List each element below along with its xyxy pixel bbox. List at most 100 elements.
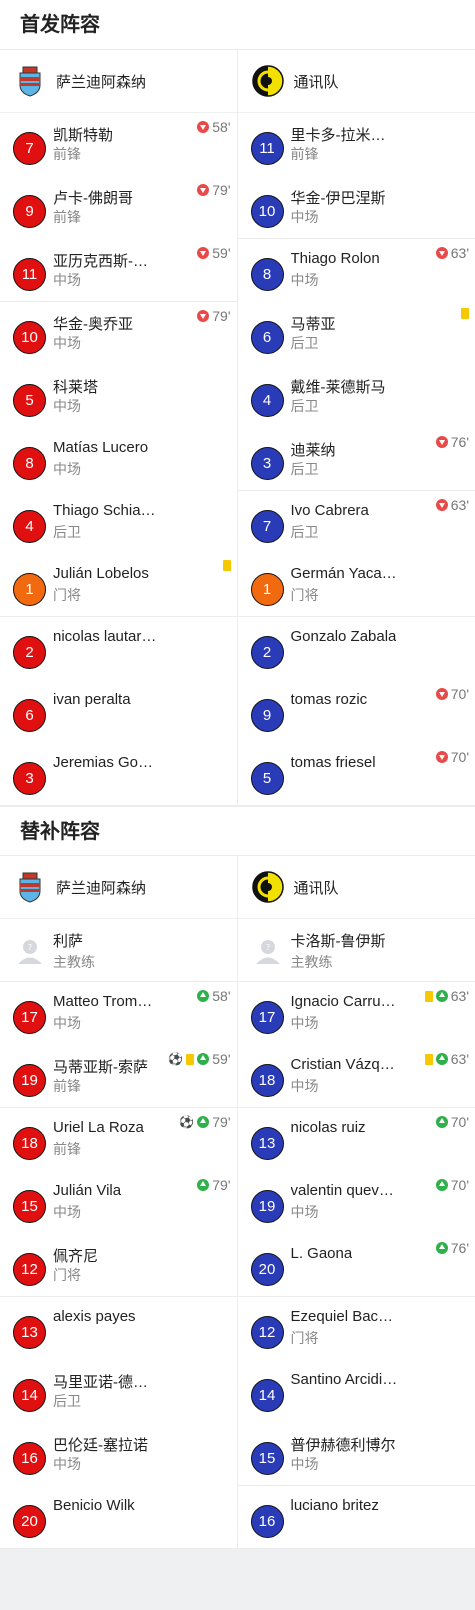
- away-team-header[interactable]: 通讯队: [237, 50, 475, 113]
- player-row[interactable]: 16 luciano britez: [237, 1486, 475, 1549]
- match-events: 79': [197, 1177, 231, 1193]
- away-subs-team-header[interactable]: 通讯队: [237, 856, 475, 919]
- player-position: 中场: [290, 1015, 319, 1031]
- player-row[interactable]: 11 亚历克西斯-… 中场 59': [0, 239, 237, 302]
- player-row[interactable]: 15 普伊赫德利博尔 中场: [237, 1423, 475, 1486]
- match-events: 58': [197, 988, 231, 1004]
- player-name: 普伊赫德利博尔: [290, 1437, 396, 1454]
- player-row[interactable]: 14 Santino Arcidi…: [238, 1360, 475, 1423]
- player-name: Matías Lucero: [53, 439, 149, 456]
- player-row[interactable]: 13 alexis payes: [0, 1297, 237, 1360]
- home-coach-row[interactable]: ? 利萨 主教练: [0, 919, 237, 982]
- home-subs-team-header[interactable]: 萨兰迪阿森纳: [0, 856, 237, 919]
- away-team-name: 通讯队: [293, 73, 339, 91]
- player-row[interactable]: 9 tomas rozic 70': [238, 680, 475, 743]
- player-position: 中场: [53, 1015, 81, 1031]
- player-row[interactable]: 2 Gonzalo Zabala: [238, 617, 475, 680]
- player-row[interactable]: 5 tomas friesel 70': [237, 743, 475, 806]
- player-row[interactable]: 6 马蒂亚 后卫: [238, 302, 475, 365]
- starting-lineup-title: 首发阵容: [0, 0, 475, 50]
- yellow-card-icon: [186, 1053, 195, 1065]
- jersey-number-badge: 11: [250, 132, 284, 165]
- event-minute: 76': [450, 1240, 469, 1256]
- player-row[interactable]: 3 Jeremias Go…: [0, 743, 237, 806]
- player-position: 前锋: [53, 146, 81, 162]
- coach-role: 主教练: [290, 954, 333, 970]
- player-row[interactable]: 3 迪莱纳 后卫 76': [237, 428, 475, 491]
- player-row[interactable]: 11 里卡多-拉米… 前锋: [238, 113, 475, 176]
- player-row[interactable]: 19 valentin quev… 中场 70': [238, 1171, 475, 1234]
- goal-ball-icon: ⚽: [168, 1052, 184, 1066]
- player-row[interactable]: 12 Ezequiel Bac… 门将: [238, 1297, 475, 1360]
- substitution-in-icon: [435, 1242, 448, 1254]
- jersey-number-badge: 12: [250, 1316, 284, 1349]
- player-name: 华金-伊巴涅斯: [290, 190, 386, 207]
- player-position: 门将: [53, 1267, 81, 1283]
- player-row[interactable]: 9 卢卡-佛朗哥 前锋 79': [0, 176, 237, 239]
- player-row[interactable]: 12 佩齐尼 门将: [0, 1234, 237, 1297]
- substitutes-lineup: 萨兰迪阿森纳 ? 利萨 主教练 17 Matteo Trombini 中场 58' 19…: [0, 856, 475, 1549]
- player-name: 佩齐尼: [53, 1248, 99, 1265]
- player-row[interactable]: 20 L. Gaona 76': [237, 1234, 475, 1297]
- substitution-in-icon: [435, 1116, 448, 1128]
- yellow-card-icon: [424, 990, 433, 1002]
- player-row[interactable]: 14 马里亚诺-德… 后卫: [0, 1360, 237, 1423]
- player-row[interactable]: 19 马蒂亚斯-索萨 前锋 ⚽ 59': [0, 1045, 237, 1108]
- player-name: Uriel La Roza: [53, 1119, 144, 1136]
- player-position: 中场: [53, 335, 81, 351]
- player-row[interactable]: 1 Germán Yaca… 门将: [237, 554, 475, 617]
- player-position: 中场: [290, 1204, 319, 1220]
- player-row[interactable]: 18 Cristian Vázq… 中场 63': [237, 1045, 475, 1108]
- jersey-number-badge: 7: [250, 510, 284, 543]
- player-row[interactable]: 5 科莱塔 中场: [0, 365, 237, 428]
- player-row[interactable]: 17 Ignacio Carru… 中场 63': [238, 982, 475, 1045]
- comunicaciones-logo-icon: [251, 871, 284, 903]
- player-name: Benicio Wilk: [53, 1497, 135, 1514]
- player-position: 门将: [53, 587, 81, 603]
- substitution-out-icon: [435, 688, 448, 700]
- substitution-in-icon: [435, 1053, 448, 1065]
- player-position: 中场: [290, 1456, 319, 1472]
- player-position: 中场: [53, 1456, 81, 1472]
- substitution-out-icon: [435, 751, 448, 763]
- home-team-header[interactable]: 萨兰迪阿森纳: [0, 50, 237, 113]
- player-row[interactable]: 4 戴维-莱德斯马 后卫: [238, 365, 475, 428]
- substitution-in-icon: [435, 1179, 448, 1191]
- substitution-out-icon: [435, 247, 448, 259]
- substitution-in-icon: [197, 1053, 210, 1065]
- player-row[interactable]: 8 Matías Lucero 中场: [0, 428, 237, 491]
- player-position: 中场: [290, 272, 319, 288]
- player-row[interactable]: 18 Uriel La Roza 前锋 ⚽ 79': [0, 1108, 237, 1171]
- event-minute: 58': [212, 988, 231, 1004]
- player-row[interactable]: 6 ivan peralta: [0, 680, 237, 743]
- player-row[interactable]: 13 nicolas ruiz 70': [238, 1108, 475, 1171]
- player-row[interactable]: 20 Benicio Wilk: [0, 1486, 237, 1549]
- player-name: 亚历克西斯-…: [53, 253, 148, 270]
- player-row[interactable]: 10 华金-伊巴涅斯 中场: [237, 176, 475, 239]
- player-row[interactable]: 7 Ivo Cabrera 后卫 63': [238, 491, 475, 554]
- jersey-number-badge: 3: [250, 447, 284, 480]
- jersey-number-badge: 20: [13, 1505, 46, 1538]
- player-row[interactable]: 7 凯斯特勒 前锋 58': [0, 113, 237, 176]
- player-name: Ivo Cabrera: [290, 502, 369, 519]
- player-row[interactable]: 17 Matteo Trombini 中场 58': [0, 982, 237, 1045]
- player-row[interactable]: 16 巴伦廷-塞拉诺 中场: [0, 1423, 237, 1486]
- event-minute: 59': [212, 1051, 231, 1067]
- player-row[interactable]: 4 Thiago Schia… 后卫: [0, 491, 237, 554]
- away-coach-row[interactable]: ? 卡洛斯-鲁伊斯 主教练: [237, 919, 475, 982]
- player-position: 中场: [53, 1204, 81, 1220]
- player-row[interactable]: 10 华金-奥乔亚 中场 79': [0, 302, 237, 365]
- substitution-out-icon: [197, 310, 210, 322]
- event-minute: 63': [450, 497, 469, 513]
- player-row[interactable]: 15 Julián Vila 中场 79': [0, 1171, 237, 1234]
- player-name: Ezequiel Bac…: [290, 1308, 394, 1325]
- jersey-number-badge: 15: [13, 1190, 46, 1223]
- event-minute: 63': [450, 988, 469, 1004]
- player-row[interactable]: 8 Thiago Rolon 中场 63': [238, 239, 475, 302]
- player-name: alexis payes: [53, 1308, 136, 1325]
- player-position: 中场: [290, 209, 319, 225]
- player-position: 后卫: [290, 461, 319, 477]
- starting-lineup: 萨兰迪阿森纳 7 凯斯特勒 前锋 58' 9 卢卡-佛朗哥 前锋 79' 11 亚历克西斯-… 中场…: [0, 50, 475, 806]
- player-row[interactable]: 1 Julián Lobelos 门将: [0, 554, 237, 617]
- player-row[interactable]: 2 nicolas lautar…: [0, 617, 237, 680]
